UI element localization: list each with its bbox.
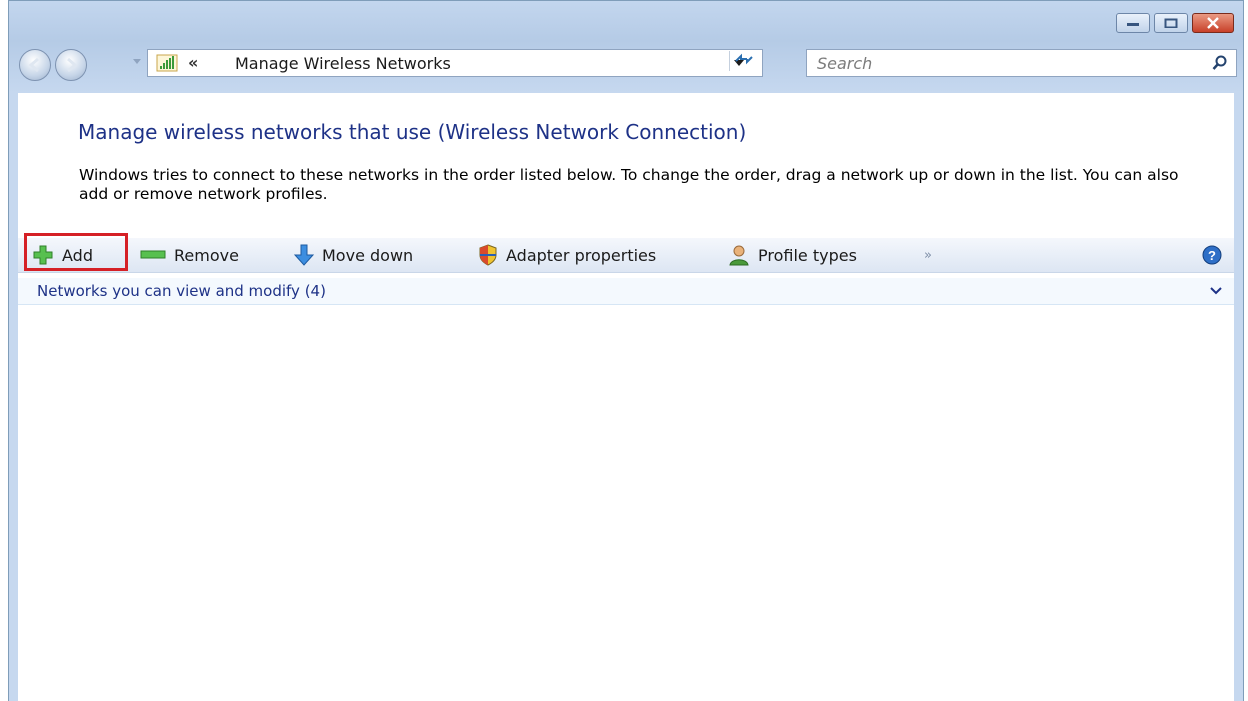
address-bar[interactable]: « Manage Wireless Networks bbox=[147, 49, 763, 77]
caption-buttons bbox=[1116, 13, 1234, 33]
svg-text:?: ? bbox=[1208, 248, 1216, 263]
remove-button[interactable]: Remove bbox=[140, 238, 239, 272]
toolbar-overflow[interactable]: » bbox=[924, 238, 932, 272]
add-label: Add bbox=[62, 245, 93, 265]
search-icon[interactable] bbox=[1212, 55, 1228, 71]
network-group-header[interactable]: Networks you can view and modify (4) bbox=[18, 278, 1234, 305]
back-button[interactable] bbox=[19, 49, 51, 81]
refresh-button[interactable] bbox=[729, 51, 758, 71]
address-breadcrumb-prefix[interactable]: « bbox=[188, 53, 198, 72]
explorer-window: « Manage Wireless Networks Search Manage… bbox=[8, 0, 1244, 701]
minimize-icon bbox=[1127, 23, 1139, 26]
page-title: Manage wireless networks that use (Wirel… bbox=[78, 120, 747, 144]
remove-icon bbox=[140, 250, 166, 259]
chevron-down-icon[interactable] bbox=[1210, 284, 1222, 299]
help-button[interactable]: ? bbox=[1202, 238, 1222, 272]
forward-button[interactable] bbox=[55, 49, 87, 81]
remove-label: Remove bbox=[174, 245, 239, 265]
refresh-icon bbox=[735, 53, 753, 65]
search-box[interactable]: Search bbox=[806, 49, 1237, 77]
add-button[interactable]: Add bbox=[32, 238, 93, 272]
move-down-label: Move down bbox=[322, 245, 414, 265]
close-icon bbox=[1207, 17, 1219, 29]
adapter-properties-button[interactable]: Adapter properties bbox=[478, 238, 656, 272]
close-button[interactable] bbox=[1192, 13, 1234, 33]
add-icon bbox=[33, 245, 53, 265]
navigation-bar: « Manage Wireless Networks Search bbox=[19, 47, 1237, 81]
address-location[interactable]: Manage Wireless Networks bbox=[235, 54, 451, 73]
adapter-properties-label: Adapter properties bbox=[506, 245, 657, 265]
network-group-label: Networks you can view and modify (4) bbox=[37, 282, 326, 300]
back-icon bbox=[28, 57, 39, 73]
maximize-icon bbox=[1164, 18, 1178, 28]
shield-icon bbox=[479, 244, 497, 266]
search-placeholder[interactable]: Search bbox=[817, 54, 872, 73]
profile-types-label: Profile types bbox=[758, 245, 857, 265]
profile-types-button[interactable]: Profile types bbox=[728, 238, 857, 272]
minimize-button[interactable] bbox=[1116, 13, 1150, 33]
forward-icon bbox=[67, 57, 78, 73]
page-description: Windows tries to connect to these networ… bbox=[79, 166, 1179, 203]
command-bar: Add Remove Move down Adapter properties … bbox=[18, 233, 1234, 273]
help-icon: ? bbox=[1202, 245, 1222, 265]
recent-pages-dropdown[interactable] bbox=[133, 59, 141, 64]
content-pane: Manage wireless networks that use (Wirel… bbox=[18, 93, 1234, 701]
move-down-button[interactable]: Move down bbox=[294, 238, 413, 272]
maximize-button[interactable] bbox=[1154, 13, 1188, 33]
move-down-icon bbox=[294, 244, 314, 266]
wireless-network-icon bbox=[156, 54, 178, 72]
network-list bbox=[18, 305, 1234, 701]
user-icon bbox=[729, 245, 749, 266]
